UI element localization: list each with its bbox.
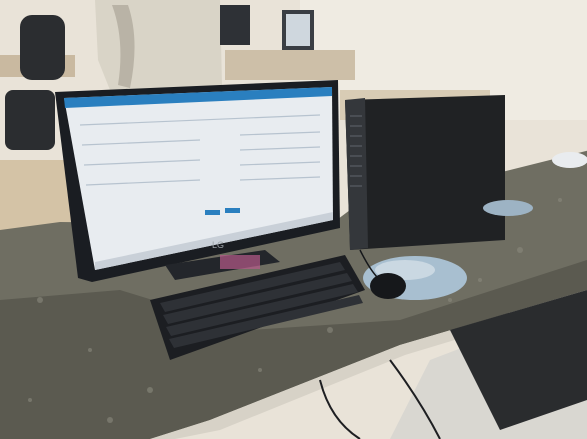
scene-illustration: LG xyxy=(0,0,587,439)
bg-monitor-1 xyxy=(220,5,250,45)
person-torso xyxy=(95,0,222,90)
photo: LG xyxy=(0,0,587,439)
chair-2 xyxy=(5,90,55,150)
bg-desk xyxy=(225,50,355,80)
pc-tower xyxy=(345,95,505,250)
stand-reflection xyxy=(220,255,260,269)
bg-monitor-2-screen xyxy=(286,14,310,46)
mouse xyxy=(370,273,406,299)
chair xyxy=(20,15,65,80)
router-puck xyxy=(552,152,587,168)
monitor-logo: LG xyxy=(212,240,224,250)
mousepad-2 xyxy=(483,200,533,216)
